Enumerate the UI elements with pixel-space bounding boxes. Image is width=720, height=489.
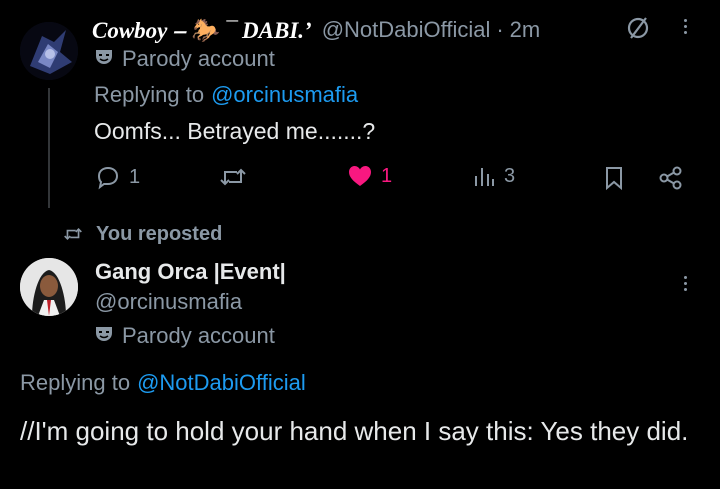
replying-to-link[interactable]: @orcinusmafia [211,82,358,108]
thread-line [48,88,50,208]
display-name[interactable]: Cowboy ⎯ 🐎 ¯ DABI.’ [92,17,312,44]
bookmark-button[interactable] [603,165,625,196]
handle[interactable]: @orcinusmafia [95,289,242,315]
replying-to: Replying to @orcinusmafia [94,82,358,108]
grok-icon[interactable] [625,14,653,47]
separator: · [496,17,504,42]
tweet-text: //I'm going to hold your hand when I say… [20,416,689,446]
tweet-text: Oomfs... Betrayed me.......? [94,118,376,144]
heart-icon [349,166,371,186]
views-button[interactable]: 3 [472,164,515,188]
retweet-icon [220,168,246,186]
reply-count: 1 [129,165,141,188]
parody-badge: Parody account [94,322,275,350]
bookmark-icon [606,167,622,191]
display-name[interactable]: Gang Orca |Event| [95,259,286,285]
more-icon[interactable] [684,276,687,291]
mask-icon [94,325,114,348]
mask-icon [94,48,114,71]
tweet1-header: Cowboy ⎯ 🐎 ¯ DABI.’ @NotDabiOfficial · 2… [92,14,540,46]
parody-label: Parody account [122,323,275,348]
reply-icon [97,166,119,190]
avatar-orcinusmafia[interactable] [20,258,78,316]
reply-button[interactable]: 1 [95,164,140,190]
views-count: 3 [504,164,516,187]
like-count: 1 [381,164,393,187]
replying-to-link[interactable]: @NotDabiOfficial [137,370,306,396]
more-icon[interactable] [684,19,687,34]
retweet-icon [64,227,82,241]
handle[interactable]: @NotDabiOfficial [322,17,491,43]
parody-badge: Parody account [94,45,275,73]
parody-label: Parody account [122,46,275,71]
share-button[interactable] [658,165,684,196]
views-icon [475,168,494,186]
replying-prefix: Replying to [20,370,131,395]
replying-to: Replying to @NotDabiOfficial [20,370,306,396]
share-icon [659,166,682,190]
repost-indicator: You reposted [62,222,222,246]
avatar-notdabi[interactable] [20,22,78,80]
retweet-button[interactable] [219,164,247,190]
repost-label: You reposted [96,222,223,245]
replying-prefix: Replying to [94,82,205,107]
like-button[interactable]: 1 [347,164,392,188]
timestamp[interactable]: 2m [510,17,541,43]
